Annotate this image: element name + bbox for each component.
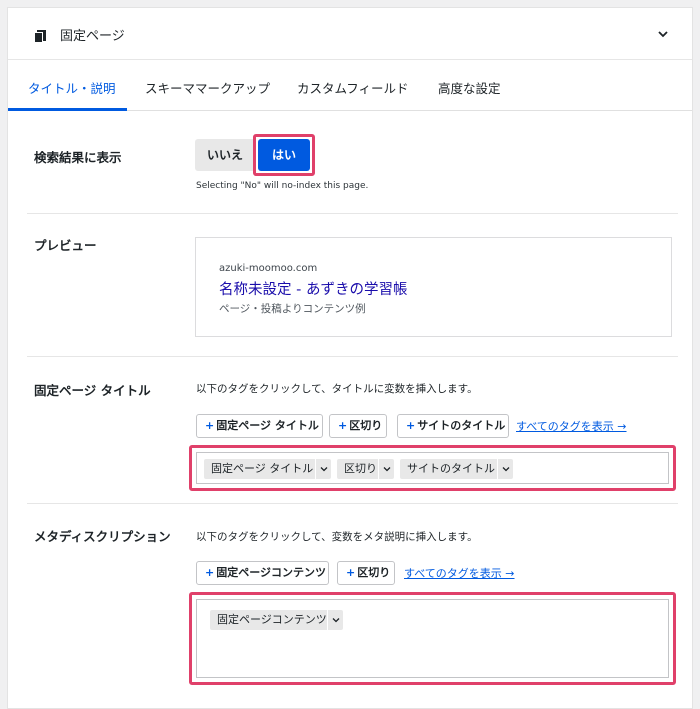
- divider: [27, 503, 678, 504]
- meta-description-label: メタディスクリプション: [34, 529, 171, 544]
- tag-chip[interactable]: 区切り: [337, 459, 394, 479]
- panel-header[interactable]: 固定ページ: [8, 8, 692, 60]
- preview-label: プレビュー: [34, 238, 97, 253]
- seo-settings-panel: 固定ページ タイトル・説明 スキーママークアップ カスタムフィールド 高度な設定…: [7, 7, 693, 709]
- plus-icon: +: [346, 566, 356, 579]
- meta-description-input[interactable]: 固定ページコンテンツ: [196, 599, 669, 678]
- active-tab-indicator: [8, 108, 127, 111]
- add-tag-page-content-button[interactable]: + 固定ページコンテンツ: [196, 561, 329, 585]
- tag-chip[interactable]: 固定ページコンテンツ: [210, 610, 343, 630]
- divider: [27, 356, 678, 357]
- add-tag-separator-button[interactable]: + 区切り: [337, 561, 395, 585]
- plus-icon: +: [406, 419, 416, 432]
- tab-bar: タイトル・説明 スキーママークアップ カスタムフィールド 高度な設定: [8, 61, 692, 111]
- tag-chip[interactable]: サイトのタイトル: [400, 459, 513, 479]
- preview-description: ページ・投稿よりコンテンツ例: [219, 303, 366, 315]
- panel-title: 固定ページ: [60, 29, 125, 44]
- tab-schema-markup[interactable]: スキーママークアップ: [145, 78, 270, 97]
- show-all-tags-link[interactable]: すべてのタグを表示 →: [404, 565, 515, 581]
- chevron-down-icon[interactable]: [315, 459, 331, 479]
- no-index-button[interactable]: いいえ: [195, 139, 255, 171]
- search-preview-box: azuki-moomoo.com 名称未設定 - あずきの学習帳 ページ・投稿よ…: [195, 237, 672, 337]
- page-title-label: 固定ページ タイトル: [34, 383, 151, 398]
- chevron-down-icon[interactable]: [497, 459, 513, 479]
- add-tag-page-title-button[interactable]: + 固定ページ タイトル: [196, 414, 323, 438]
- tag-chip[interactable]: 固定ページ タイトル: [204, 459, 331, 479]
- tab-advanced-settings[interactable]: 高度な設定: [438, 78, 501, 97]
- search-visibility-label: 検索結果に表示: [34, 150, 122, 165]
- divider: [27, 213, 678, 214]
- plus-icon: +: [205, 566, 215, 579]
- page-title-input[interactable]: 固定ページ タイトル 区切り サイトのタイトル: [196, 452, 669, 484]
- add-tag-site-title-button[interactable]: + サイトのタイトル: [397, 414, 509, 438]
- chevron-down-icon[interactable]: [327, 610, 343, 630]
- plus-icon: +: [338, 419, 348, 432]
- plus-icon: +: [205, 419, 215, 432]
- page-title-instruction: 以下のタグをクリックして、タイトルに変数を挿入します。: [196, 383, 478, 395]
- meta-description-instruction: 以下のタグをクリックして、変数をメタ説明に挿入します。: [196, 531, 478, 543]
- tab-title-description[interactable]: タイトル・説明: [28, 78, 116, 97]
- page-icon: [34, 28, 46, 43]
- preview-url: azuki-moomoo.com: [219, 263, 318, 274]
- chevron-down-icon[interactable]: [378, 459, 394, 479]
- index-button[interactable]: はい: [258, 139, 310, 171]
- chevron-down-icon[interactable]: [656, 26, 670, 40]
- tab-custom-fields[interactable]: カスタムフィールド: [297, 78, 409, 97]
- no-index-hint: Selecting "No" will no-index this page.: [196, 181, 369, 191]
- show-all-tags-link[interactable]: すべてのタグを表示 →: [516, 418, 627, 434]
- add-tag-separator-button[interactable]: + 区切り: [329, 414, 387, 438]
- preview-title: 名称未設定 - あずきの学習帳: [219, 282, 408, 298]
